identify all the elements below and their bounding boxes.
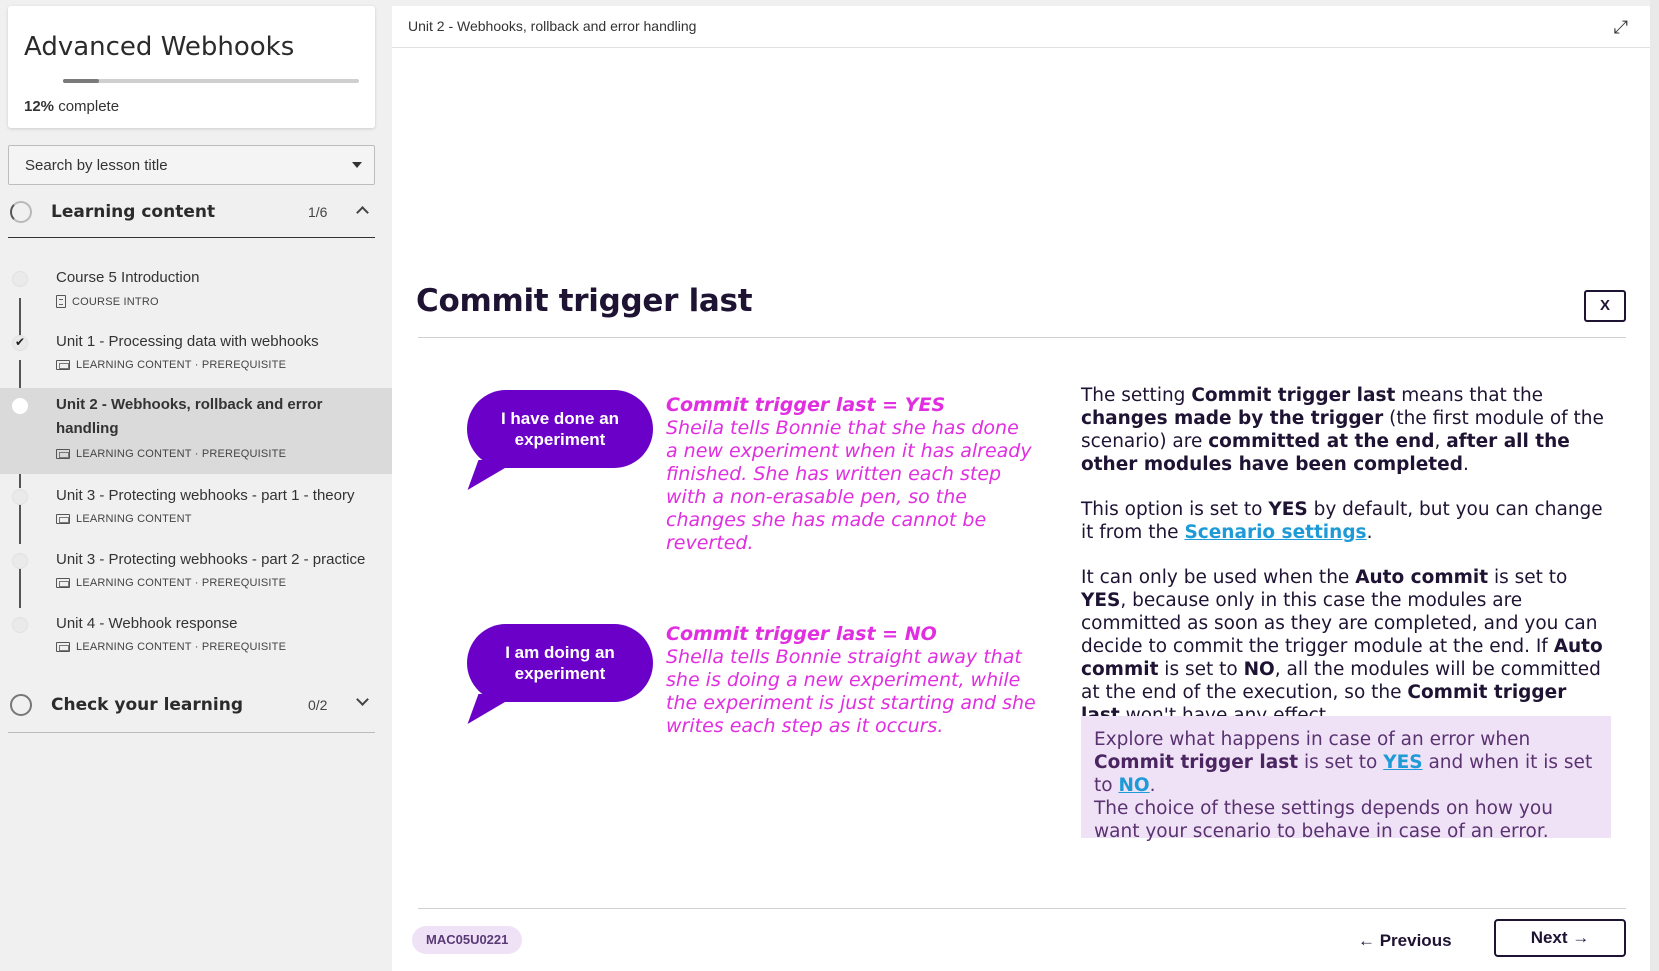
explore-line2: The choice of these settings depends on … — [1094, 798, 1553, 842]
section-count: 0/2 — [308, 697, 328, 713]
yes-description: Commit trigger last = YES Sheila tells B… — [666, 394, 1036, 555]
document-icon — [56, 295, 66, 308]
page-title: Commit trigger last — [416, 283, 753, 319]
yes-link[interactable]: YES — [1383, 752, 1422, 773]
speech-bubble-yes: I have done an experiment — [467, 390, 653, 490]
lesson-status-dot — [12, 271, 28, 287]
lesson-item[interactable]: Unit 3 - Protecting webhooks - part 1 - … — [0, 480, 392, 540]
section-divider — [8, 732, 375, 733]
chevron-down-icon[interactable] — [356, 693, 369, 706]
lesson-search-select[interactable]: Search by lesson title — [8, 145, 375, 185]
no-text: Shella tells Bonnie straight away that s… — [666, 646, 1036, 737]
paragraph-2: This option is set to YES by default, bu… — [1081, 499, 1603, 543]
lesson-title-line1: Unit 2 - Webhooks, rollback and error — [56, 396, 323, 413]
lesson-title: Course 5 Introduction — [56, 269, 200, 286]
yes-text: Sheila tells Bonnie that she has done a … — [666, 417, 1032, 554]
scrollbar[interactable] — [1650, 0, 1659, 971]
bubble-tail — [467, 694, 519, 724]
screen-icon — [56, 514, 70, 524]
lesson-panel: Unit 2 - Webhooks, rollback and error ha… — [392, 6, 1650, 971]
divider — [418, 337, 1626, 338]
paragraph-3: It can only be used when the Auto commit… — [1081, 567, 1603, 726]
lesson-title: Unit 3 - Protecting webhooks - part 2 - … — [56, 551, 366, 568]
explanation-text: The setting Commit trigger last means th… — [1081, 384, 1611, 749]
lesson-code-badge: MAC05U0221 — [412, 926, 523, 954]
lesson-status-dot — [12, 617, 28, 633]
lesson-meta: LEARNING CONTENT · PREREQUISITE — [56, 577, 286, 589]
bubble-text: I have done an experiment — [500, 409, 620, 449]
sidebar: Advanced Webhooks 12% complete Search by… — [0, 0, 392, 971]
chevron-up-icon[interactable] — [356, 206, 369, 219]
lesson-status-dot — [12, 398, 28, 414]
lesson-meta: LEARNING CONTENT — [56, 513, 192, 525]
search-placeholder: Search by lesson title — [25, 157, 168, 174]
lesson-title: Unit 3 - Protecting webhooks - part 1 - … — [56, 487, 355, 504]
previous-button[interactable]: ← Previous — [1358, 931, 1452, 951]
lesson-item[interactable]: Unit 4 - Webhook response LEARNING CONTE… — [0, 608, 392, 668]
lesson-topbar: Unit 2 - Webhooks, rollback and error ha… — [392, 6, 1650, 48]
checkmark-icon: ✔ — [15, 335, 26, 349]
close-button[interactable]: X — [1584, 290, 1626, 322]
progress-ring-icon — [10, 201, 32, 223]
lesson-title: Unit 1 - Processing data with webhooks — [56, 333, 319, 350]
explore-callout: Explore what happens in case of an error… — [1081, 716, 1611, 842]
paragraph-1: The setting Commit trigger last means th… — [1081, 385, 1604, 475]
section-learning-content[interactable]: Learning content 1/6 — [8, 186, 375, 238]
lesson-meta: LEARNING CONTENT · PREREQUISITE — [56, 641, 286, 653]
screen-icon — [56, 578, 70, 588]
lesson-meta: LEARNING CONTENT · PREREQUISITE — [56, 359, 286, 371]
lesson-meta: LEARNING CONTENT · PREREQUISITE — [56, 448, 286, 460]
footer-divider — [418, 908, 1626, 909]
section-label: Check your learning — [51, 695, 243, 715]
expand-icon[interactable]: ⤢ — [1614, 17, 1628, 38]
lesson-title-line2: handling — [56, 420, 119, 437]
section-check-your-learning[interactable]: Check your learning 0/2 — [8, 679, 375, 733]
progress-fill — [63, 79, 99, 83]
lesson-item[interactable]: Course 5 Introduction COURSE INTRO — [0, 262, 392, 322]
yes-title: Commit trigger last = YES — [666, 394, 946, 416]
next-button[interactable]: Next → — [1494, 919, 1626, 957]
no-title: Commit trigger last = NO — [666, 623, 937, 645]
progress-text: 12% complete — [24, 98, 119, 115]
screen-icon — [56, 642, 70, 652]
lesson-title: Unit 4 - Webhook response — [56, 615, 238, 632]
lesson-status-dot — [12, 553, 28, 569]
progress-bar — [63, 79, 359, 83]
progress-suffix: complete — [58, 98, 120, 115]
section-label: Learning content — [51, 202, 216, 222]
section-divider — [8, 237, 375, 238]
caret-down-icon — [352, 162, 362, 168]
progress-ring-icon — [10, 694, 32, 716]
progress-percent: 12% — [24, 98, 55, 115]
screen-icon — [56, 449, 70, 459]
lesson-status-dot — [12, 489, 28, 505]
no-link[interactable]: NO — [1118, 775, 1149, 796]
lesson-item[interactable]: ✔ Unit 1 - Processing data with webhooks… — [0, 326, 392, 386]
course-card: Advanced Webhooks 12% complete — [8, 6, 375, 128]
breadcrumb: Unit 2 - Webhooks, rollback and error ha… — [408, 18, 697, 34]
section-count: 1/6 — [308, 204, 328, 220]
no-description: Commit trigger last = NO Shella tells Bo… — [666, 623, 1036, 738]
lesson-meta: COURSE INTRO — [56, 295, 159, 308]
lesson-item[interactable]: Unit 3 - Protecting webhooks - part 2 - … — [0, 544, 392, 604]
scenario-settings-link[interactable]: Scenario settings — [1184, 522, 1366, 543]
lesson-item-active[interactable]: Unit 2 - Webhooks, rollback and error ha… — [0, 388, 392, 474]
speech-bubble-no: I am doing an experiment — [467, 624, 653, 724]
screen-icon — [56, 360, 70, 370]
course-title: Advanced Webhooks — [24, 32, 295, 62]
bubble-tail — [467, 460, 519, 490]
bubble-text: I am doing an experiment — [505, 643, 615, 683]
